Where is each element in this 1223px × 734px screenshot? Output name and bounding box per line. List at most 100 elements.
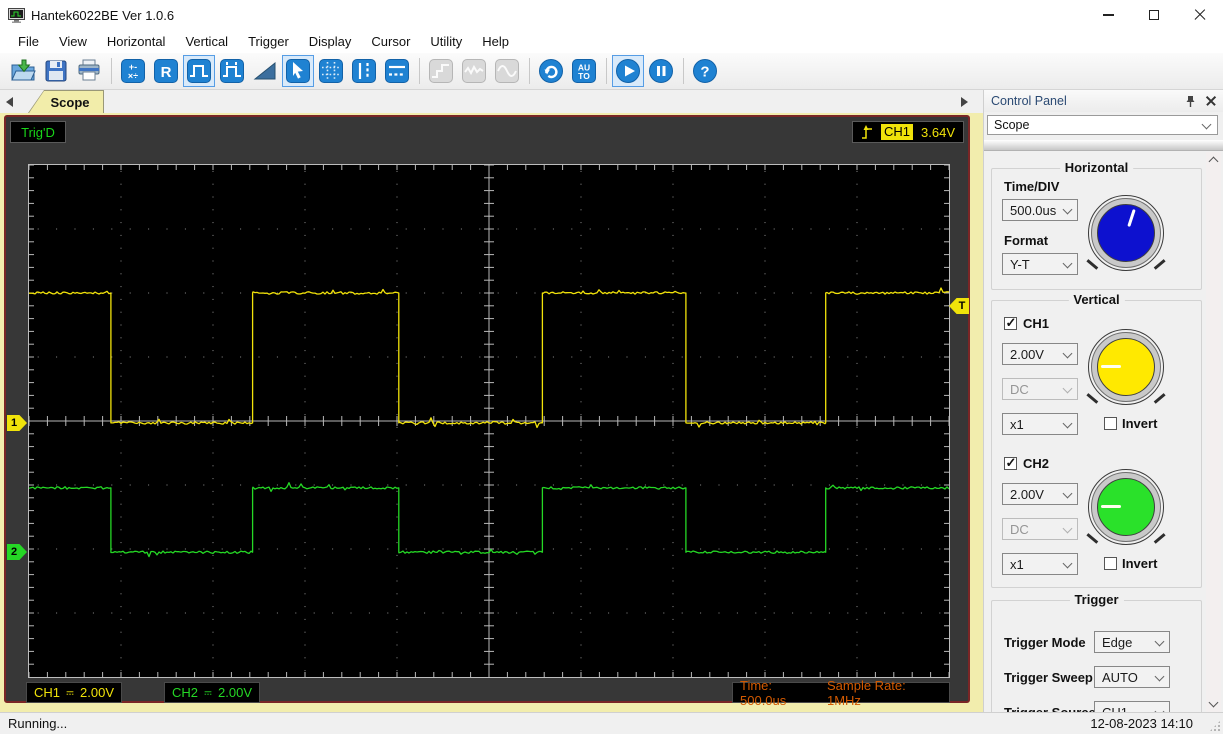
horizontal-knob[interactable]	[1088, 195, 1164, 271]
trigger-sweep-select[interactable]: AUTO	[1094, 666, 1170, 688]
menu-help[interactable]: Help	[472, 32, 519, 51]
maximize-icon	[1149, 10, 1159, 20]
status-datetime: 12-08-2023 14:10	[1090, 716, 1193, 731]
toolbar-grid-button[interactable]	[315, 55, 347, 87]
ch1-invert-checkbox[interactable]	[1104, 417, 1117, 430]
minimize-button[interactable]	[1085, 0, 1131, 30]
toolbar-save-button[interactable]	[40, 55, 72, 87]
window-title: Hantek6022BE Ver 1.0.6	[31, 7, 175, 23]
rising-edge-icon	[862, 124, 872, 139]
arrow-left-icon	[5, 96, 13, 107]
folder-open-icon	[10, 58, 36, 84]
dc-coupling-icon	[204, 690, 212, 695]
ch1-ground-marker[interactable]: 1	[7, 415, 27, 431]
scroll-down-icon[interactable]	[1208, 697, 1219, 708]
ch1-label: CH1	[1023, 316, 1050, 331]
menu-view[interactable]: View	[49, 32, 97, 51]
trigger-info-badge: CH1 3.64V	[852, 121, 964, 143]
time-per-div: Time: 500.0us	[740, 677, 787, 708]
panel-mode-select[interactable]: Scope	[987, 115, 1218, 135]
toolbar-cursor-button[interactable]	[282, 55, 314, 87]
ch1-volts-select[interactable]: 2.00V	[1002, 343, 1078, 365]
toolbar-math-button[interactable]: +- ×÷	[117, 55, 149, 87]
toolbar-step-wave-button	[425, 55, 457, 87]
toolbar-refresh-button[interactable]	[535, 55, 567, 87]
toolbar-digital-pulse-button[interactable]	[216, 55, 248, 87]
time-div-select[interactable]: 500.0us	[1002, 199, 1078, 221]
format-select[interactable]: Y-T	[1002, 253, 1078, 275]
toolbar-vertical-cursor-button[interactable]	[348, 55, 380, 87]
ch1-position-knob[interactable]	[1088, 329, 1164, 405]
menu-vertical[interactable]: Vertical	[175, 32, 238, 51]
ch2-probe-select[interactable]: x1	[1002, 553, 1078, 575]
plot-area[interactable]	[28, 164, 950, 678]
toolbar-separator	[111, 58, 112, 84]
menu-horizontal[interactable]: Horizontal	[97, 32, 176, 51]
ch2-enable-checkbox[interactable]	[1004, 455, 1017, 471]
ch2-info-badge: CH2 2.00V	[164, 682, 260, 703]
toolbar-autoset-button[interactable]: AU TO	[568, 55, 600, 87]
ch2-position-knob[interactable]	[1088, 469, 1164, 545]
time-div-label: Time/DIV	[1004, 179, 1060, 194]
menu-utility[interactable]: Utility	[420, 32, 472, 51]
toolbar: +- ×÷ R AU TO?	[0, 53, 1223, 90]
chevron-down-icon	[1062, 558, 1073, 569]
chevron-down-icon	[1062, 488, 1073, 499]
vertical-group: Vertical CH1 2.00V DC x1 Invert CH	[991, 292, 1202, 588]
trigger-source-select[interactable]: CH1	[1094, 701, 1170, 712]
ch1-probe-select[interactable]: x1	[1002, 413, 1078, 435]
close-panel-icon[interactable]	[1206, 96, 1216, 106]
ch1-enable-checkbox[interactable]	[1004, 315, 1017, 331]
toolbar-horizontal-cursor-button[interactable]	[381, 55, 413, 87]
trigger-status-badge: Trig'D	[10, 121, 66, 143]
menu-file[interactable]: File	[8, 32, 49, 51]
close-button[interactable]	[1177, 0, 1223, 30]
trigger-level-marker[interactable]: T	[949, 298, 969, 314]
ch1-info-badge: CH1 2.00V	[26, 682, 122, 703]
chevron-down-icon	[1062, 418, 1073, 429]
pin-icon[interactable]	[1185, 95, 1196, 108]
toolbar-reference-button[interactable]: R	[150, 55, 182, 87]
tab-scope[interactable]: Scope	[28, 90, 104, 113]
status-text: Running...	[8, 716, 68, 731]
grid-icon	[318, 58, 344, 84]
timebase-badge: Time: 500.0us Sample Rate: 1MHz	[732, 678, 950, 708]
scroll-up-icon[interactable]	[1208, 156, 1219, 167]
trigger-mode-label: Trigger Mode	[1004, 635, 1086, 650]
control-panel: Control Panel Scope Horizontal Time/DIV …	[983, 90, 1223, 712]
toolbar-noise-wave-button	[458, 55, 490, 87]
toolbar-start-button[interactable]	[612, 55, 644, 87]
app-icon	[8, 7, 25, 23]
svg-text:?: ?	[700, 64, 709, 81]
toolbar-open-button[interactable]	[7, 55, 39, 87]
refresh-icon	[538, 58, 564, 84]
sine-wave-icon	[494, 58, 520, 84]
toolbar-ramp-button[interactable]	[249, 55, 281, 87]
ch2-label: CH2	[1023, 456, 1050, 471]
ch2-invert-checkbox[interactable]	[1104, 557, 1117, 570]
maximize-button[interactable]	[1131, 0, 1177, 30]
ch2-volts-select[interactable]: 2.00V	[1002, 483, 1078, 505]
svg-text:TO: TO	[578, 71, 590, 81]
trigger-sweep-label: Trigger Sweep	[1004, 670, 1093, 685]
ch2-ground-marker[interactable]: 2	[7, 544, 27, 560]
dc-coupling-icon	[66, 690, 74, 695]
tab-scroll-right-button[interactable]	[957, 94, 971, 109]
arrow-right-icon	[960, 96, 968, 107]
toolbar-waveform-button[interactable]	[183, 55, 215, 87]
toolbar-print-button[interactable]	[73, 55, 105, 87]
knob-indicator	[1101, 365, 1121, 368]
toolbar-help-button[interactable]: ?	[689, 55, 721, 87]
print-icon	[76, 58, 102, 84]
menu-display[interactable]: Display	[299, 32, 362, 51]
panel-scrollbar[interactable]	[1206, 152, 1221, 712]
menu-trigger[interactable]: Trigger	[238, 32, 299, 51]
toolbar-separator	[419, 58, 420, 84]
resize-grip[interactable]	[1209, 720, 1221, 732]
toolbar-pause-button[interactable]	[645, 55, 677, 87]
tab-scroll-left-button[interactable]	[2, 94, 16, 109]
trigger-mode-select[interactable]: Edge	[1094, 631, 1170, 653]
scope-page: Trig'D CH1 3.64V 1 2 T CH1 2.00V CH2 2.0…	[0, 113, 983, 712]
chevron-down-icon	[1154, 636, 1165, 647]
menu-cursor[interactable]: Cursor	[361, 32, 420, 51]
